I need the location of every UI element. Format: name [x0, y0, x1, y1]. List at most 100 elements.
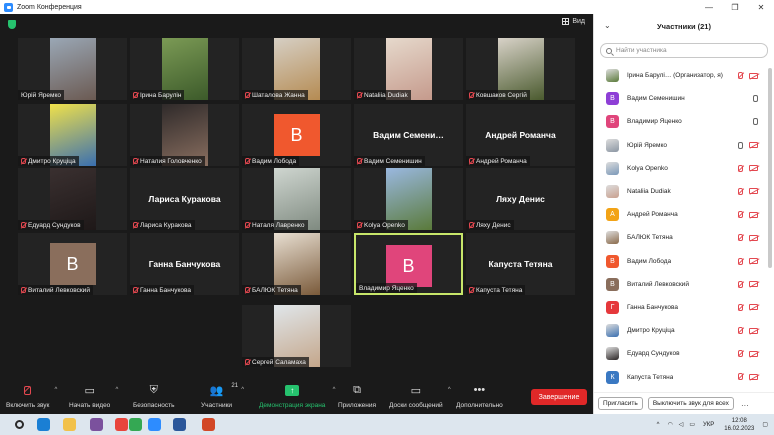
notifications-icon[interactable]: ▢ [762, 421, 768, 428]
camera-off-icon[interactable] [749, 373, 758, 380]
taskbar-zoom-icon[interactable] [148, 418, 161, 431]
participant-row[interactable]: В Владимир Яценко [594, 110, 766, 133]
participant-row[interactable]: В Вадим Лобода [594, 250, 766, 273]
video-tile[interactable]: Nataliia Dudiak [354, 38, 463, 100]
video-tile[interactable]: Kolya Openko [354, 168, 463, 230]
view-button[interactable]: Вид [562, 18, 585, 25]
video-tile[interactable]: Юрій Яремко [18, 38, 127, 100]
microphone-muted-icon[interactable] [738, 187, 743, 195]
video-tile[interactable]: Вадим Семени… Вадим Семенишин [354, 104, 463, 166]
close-button[interactable]: ✕ [748, 0, 774, 14]
microphone-icon[interactable] [738, 141, 743, 149]
participant-row[interactable]: В Вадим Семенишин [594, 87, 766, 110]
security-button[interactable]: ⛨ Безопасность [133, 384, 174, 410]
participant-row[interactable]: БАЛЮК Тетяна [594, 226, 766, 249]
participant-row[interactable]: Дмитро Круціца [594, 319, 766, 342]
minimize-button[interactable]: — [696, 0, 722, 14]
share-screen-button[interactable]: ↑ Демонстрация экрана ^ [259, 384, 335, 409]
end-meeting-button[interactable]: Завершение [531, 389, 587, 405]
microphone-muted-icon[interactable] [738, 72, 743, 79]
panel-more-button[interactable]: … [741, 399, 749, 408]
participants-button[interactable]: 👥 21 Участники ^ [201, 383, 244, 409]
clock[interactable]: 12:08 16.02.2023 [724, 417, 754, 433]
camera-off-icon[interactable] [749, 72, 758, 79]
microphone-muted-icon[interactable] [738, 257, 743, 265]
taskbar-search-icon[interactable] [15, 420, 24, 429]
camera-off-icon[interactable] [749, 304, 758, 311]
whiteboards-button[interactable]: ▭ Доски сообщений ^ [389, 384, 451, 410]
audio-options-chevron-icon[interactable]: ^ [55, 387, 58, 393]
video-tile[interactable]: Ковшаков Сергій [466, 38, 575, 100]
share-options-chevron-icon[interactable]: ^ [333, 387, 336, 393]
camera-off-icon[interactable] [749, 258, 758, 264]
participant-row[interactable]: В Виталий Левковский [594, 273, 766, 296]
language-indicator[interactable]: УКР [703, 422, 714, 428]
video-tile[interactable]: В Вадим Лобода [242, 104, 351, 166]
participant-row[interactable]: Едуард Сундуков [594, 342, 766, 365]
microphone-muted-icon[interactable] [738, 211, 743, 219]
microphone-icon[interactable] [753, 118, 758, 126]
participants-options-chevron-icon[interactable]: ^ [241, 387, 244, 393]
video-tile[interactable]: Наталия Головченко [130, 104, 239, 166]
taskbar-powerpoint-icon[interactable] [202, 418, 215, 431]
video-tile[interactable]: В Виталий Левковский [18, 233, 127, 295]
microphone-muted-icon[interactable] [738, 234, 743, 242]
microphone-muted-icon[interactable] [738, 350, 743, 358]
video-tile[interactable]: Сергей Саламаха [242, 305, 351, 367]
microphone-icon[interactable] [753, 95, 758, 103]
taskbar-chrome-icon[interactable] [115, 418, 128, 431]
camera-off-icon[interactable] [749, 211, 758, 218]
unmute-button[interactable]: Включить звук ^ [6, 384, 57, 409]
video-tile[interactable]: Ганна Банчукова Ганна Банчукова [130, 233, 239, 295]
apps-button[interactable]: ⧉ Приложения [338, 384, 376, 410]
video-tile[interactable]: Андрей Романча Андрей Романча [466, 104, 575, 166]
camera-off-icon[interactable] [749, 350, 758, 357]
microphone-muted-icon[interactable] [738, 280, 743, 288]
participant-row[interactable]: Nataliia Dudiak [594, 180, 766, 203]
more-button[interactable]: ••• Дополнительно [456, 384, 503, 409]
microphone-muted-icon[interactable] [738, 373, 743, 381]
participant-row[interactable]: Юрій Яремко [594, 134, 766, 157]
participant-row[interactable]: Kolya Openko [594, 157, 766, 180]
video-tile[interactable]: Наталя Лавренко [242, 168, 351, 230]
collapse-chevron-icon[interactable]: ⌄ [604, 21, 611, 30]
tray-chevron-icon[interactable]: ^ [657, 422, 660, 428]
camera-off-icon[interactable] [749, 281, 758, 288]
microphone-muted-icon[interactable] [738, 327, 743, 335]
taskbar-chrome-2-icon[interactable] [129, 418, 142, 431]
volume-icon[interactable]: ◁ [679, 421, 684, 428]
video-tile[interactable]: Едуард Сундуков [18, 168, 127, 230]
wifi-icon[interactable]: ◠ [667, 421, 672, 428]
video-tile[interactable]: БАЛЮК Тетяна [242, 233, 351, 295]
whiteboard-options-chevron-icon[interactable]: ^ [448, 387, 451, 393]
security-shield-icon[interactable] [8, 20, 16, 29]
camera-off-icon[interactable] [749, 142, 758, 149]
maximize-button[interactable]: ❐ [722, 0, 748, 14]
invite-button[interactable]: Пригласить [598, 397, 643, 410]
battery-icon[interactable]: ▭ [689, 421, 695, 428]
microphone-muted-icon[interactable] [738, 164, 743, 172]
taskbar-files-icon[interactable] [63, 418, 76, 431]
video-options-chevron-icon[interactable]: ^ [115, 387, 118, 393]
video-tile[interactable]: Шаталова Жанна [242, 38, 351, 100]
participant-row[interactable]: А Андрей Романча [594, 203, 766, 226]
participant-search-input[interactable] [616, 47, 756, 54]
video-tile[interactable]: Дмитро Круціца [18, 104, 127, 166]
taskbar-edge-icon[interactable] [37, 418, 50, 431]
participant-row[interactable]: Ірина Барулі… (Организатор, я) [594, 64, 766, 87]
video-tile[interactable]: Капуста Тетяна Капуста Тетяна [466, 233, 575, 295]
camera-off-icon[interactable] [749, 165, 758, 172]
video-tile[interactable]: В Владимир Яценко [354, 233, 463, 295]
participant-list-scrollbar[interactable] [768, 68, 772, 268]
mute-all-button[interactable]: Выключить звук для всех [647, 397, 734, 410]
camera-off-icon[interactable] [749, 188, 758, 195]
participant-row[interactable]: К Капуста Тетяна [594, 365, 766, 388]
participant-row[interactable]: Г Ганна Банчукова [594, 296, 766, 319]
participant-search[interactable] [600, 43, 768, 58]
video-tile[interactable]: Лариса Куракова Лариса Куракова [130, 168, 239, 230]
video-tile[interactable]: Ірина Барулін [130, 38, 239, 100]
microphone-muted-icon[interactable] [738, 303, 743, 311]
camera-off-icon[interactable] [749, 327, 758, 334]
video-tile[interactable]: Ляху Денис Ляху Денис [466, 168, 575, 230]
taskbar-word-icon[interactable] [173, 418, 186, 431]
